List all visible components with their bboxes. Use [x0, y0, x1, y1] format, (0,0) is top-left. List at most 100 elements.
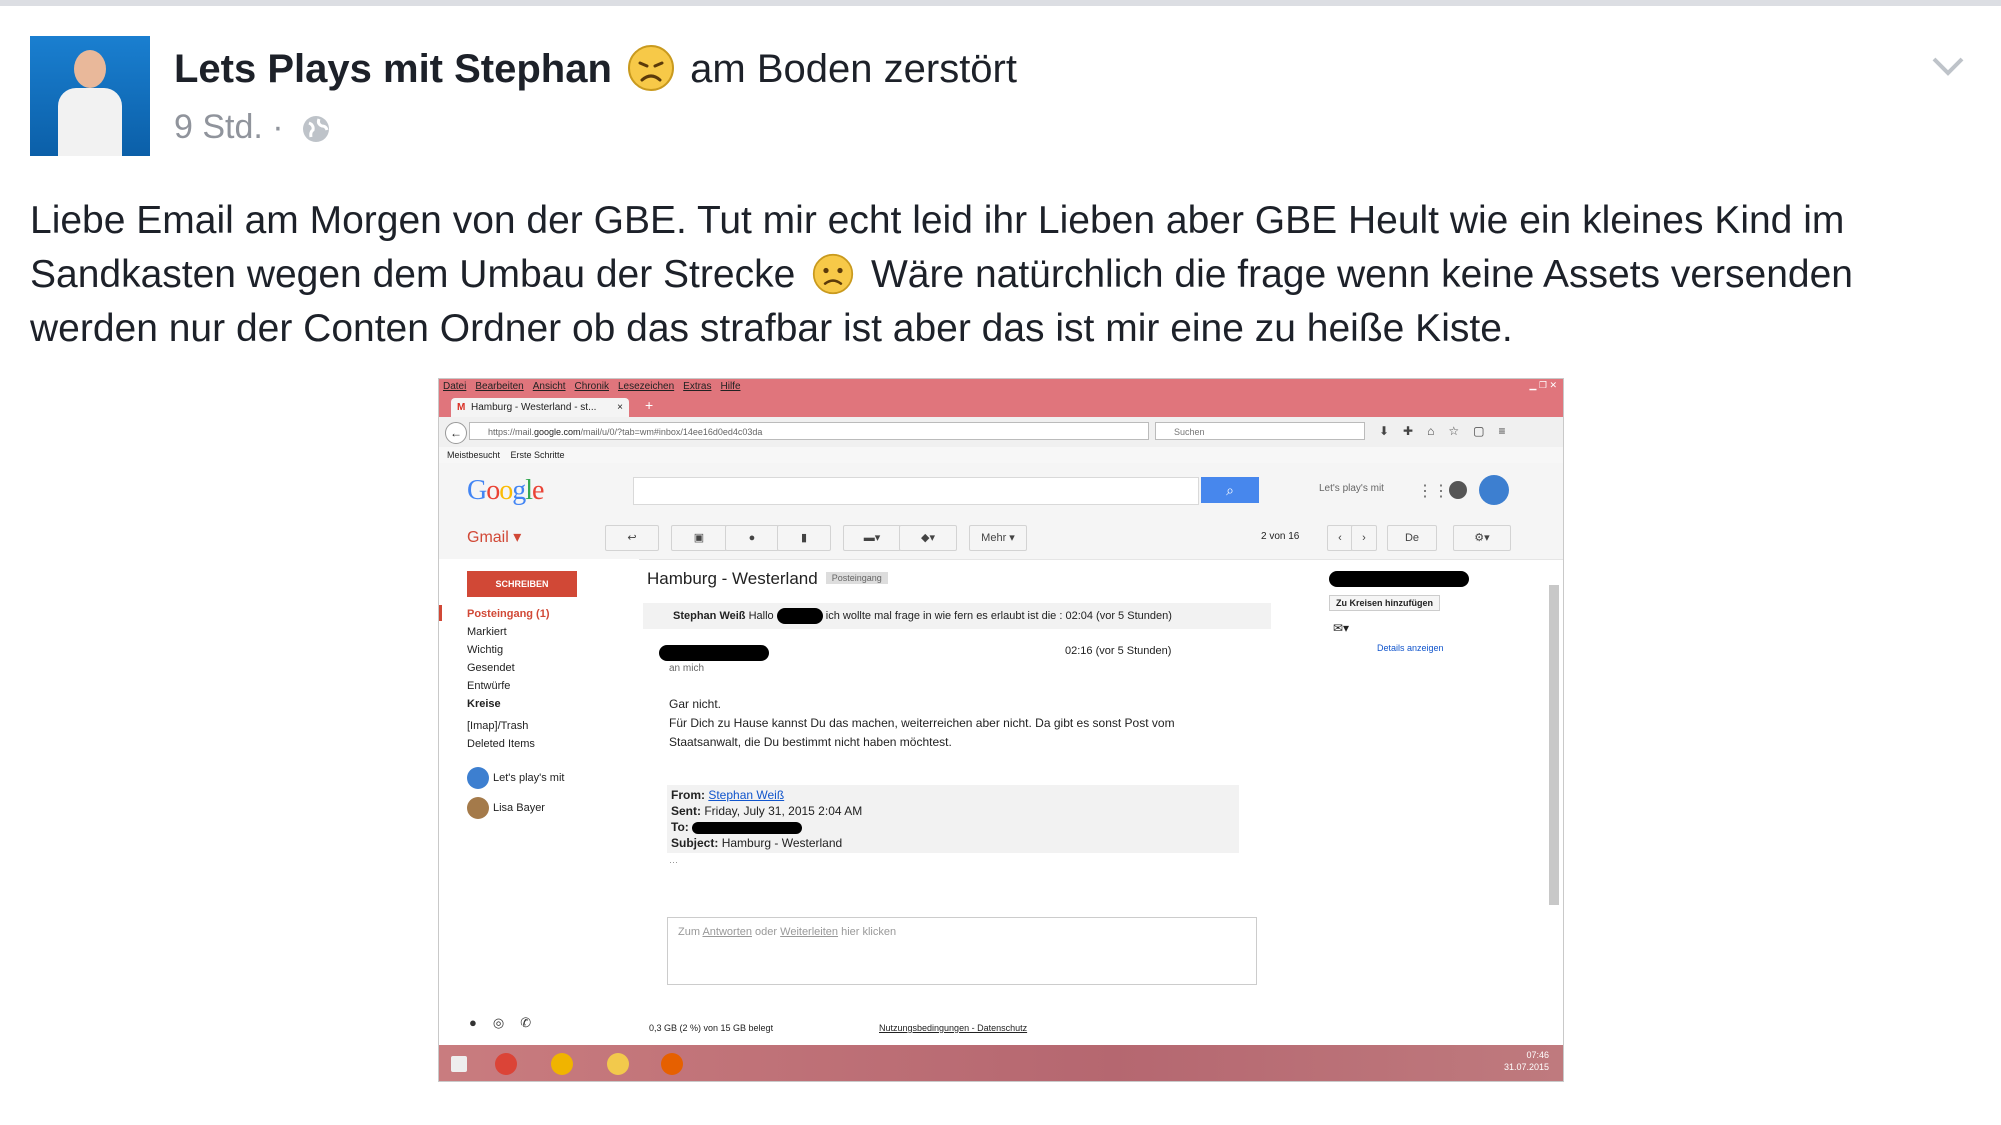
- account-name[interactable]: Let's play's mit: [1319, 483, 1384, 494]
- terms-link[interactable]: Nutzungsbedingungen - Datenschutz: [879, 1023, 1027, 1033]
- url-bar[interactable]: https://mail.google.com/mail/u/0/?tab=wm…: [469, 422, 1149, 440]
- frown-face-emoji-icon: [812, 253, 854, 295]
- folder-drafts[interactable]: Entwürfe: [467, 677, 550, 695]
- inbox-label[interactable]: Posteingang: [825, 572, 888, 584]
- thread-subject: Hamburg - Westerland Posteingang: [647, 569, 888, 589]
- quoted-header: From: Stephan Weiß Sent: Friday, July 31…: [667, 785, 1239, 853]
- mail-icon[interactable]: ✉▾: [1333, 621, 1349, 635]
- spam-icon[interactable]: ●: [725, 525, 779, 551]
- url-domain: google.com: [534, 427, 581, 437]
- folder-inbox[interactable]: Posteingang (1): [467, 605, 550, 623]
- redacted-block: [776, 608, 823, 625]
- folder-imap-trash[interactable]: [Imap]/Trash: [467, 717, 550, 735]
- from-value[interactable]: Stephan Weiß: [708, 788, 784, 802]
- gmail-toolbar: Gmail ▾ ↩ ▣ ● ▮ ▬▾ ◆▾ Mehr ▾ 2 von 16 ‹ …: [439, 513, 1563, 560]
- subject-text: Hamburg - Westerland: [647, 569, 818, 588]
- folder-list: Posteingang (1) Markiert Wichtig Gesende…: [467, 605, 550, 753]
- contact-lisa-name: Lisa Bayer: [493, 801, 545, 814]
- post-header: Lets Plays mit Stephan am Boden zerstört: [174, 44, 1017, 94]
- post-meta: 9 Std. ·: [174, 108, 331, 147]
- browser-tab[interactable]: M Hamburg - Westerland - st... ×: [451, 398, 629, 417]
- back-icon[interactable]: ←: [445, 422, 467, 444]
- gmail-label[interactable]: Gmail ▾: [467, 527, 521, 547]
- collapsed-message[interactable]: Stephan Weiß Hallo ich wollte mal frage …: [643, 603, 1271, 629]
- system-clock[interactable]: 07:46 31.07.2015: [1504, 1049, 1549, 1073]
- delete-icon[interactable]: ▮: [777, 525, 831, 551]
- notifications-icon[interactable]: [1449, 481, 1467, 499]
- gmail-left-nav: SCHREIBEN Posteingang (1) Markiert Wicht…: [439, 559, 639, 1049]
- profile-avatar[interactable]: [30, 36, 150, 156]
- details-link[interactable]: Details anzeigen: [1377, 643, 1444, 653]
- url-prefix: https://mail.: [488, 427, 535, 437]
- menu-ansicht[interactable]: Ansicht: [533, 381, 566, 392]
- browser-search-input[interactable]: Suchen: [1155, 422, 1365, 440]
- compose-button[interactable]: SCHREIBEN: [467, 571, 577, 597]
- account-avatar[interactable]: [1479, 475, 1509, 505]
- next-icon[interactable]: ›: [1351, 525, 1377, 551]
- redacted-contact: [1329, 571, 1469, 587]
- more-button[interactable]: Mehr ▾: [969, 525, 1027, 551]
- label-tag-icon[interactable]: ◆▾: [899, 525, 957, 551]
- menu-datei[interactable]: Datei: [443, 381, 466, 392]
- author-name[interactable]: Lets Plays mit Stephan: [174, 47, 612, 91]
- mail-app-icon[interactable]: [607, 1053, 629, 1075]
- search-icon[interactable]: ⌕: [1201, 477, 1259, 503]
- menu-extras[interactable]: Extras: [683, 381, 711, 392]
- chevron-down-icon[interactable]: [1932, 56, 1964, 76]
- forward-link[interactable]: Weiterleiten: [780, 926, 838, 938]
- reply-box[interactable]: Zum Antworten oder Weiterleiten hier kli…: [667, 917, 1257, 985]
- windows-taskbar: 07:46 31.07.2015: [439, 1045, 1563, 1081]
- body-line1: Gar nicht.: [669, 697, 722, 711]
- reply-link[interactable]: Antworten: [702, 926, 752, 938]
- reply-mid: oder: [755, 926, 778, 938]
- hangouts-tabs[interactable]: ●◎✆: [469, 1015, 547, 1031]
- post-image-screenshot[interactable]: Datei Bearbeiten Ansicht Chronik Lesezeichen…: [438, 378, 1564, 1082]
- reply-suffix: hier klicken: [841, 926, 897, 938]
- bookmark-erste-schritte[interactable]: Erste Schritte: [511, 450, 565, 460]
- gmail-side-panel: Zu Kreisen hinzufügen ✉▾ Details anzeige…: [1319, 559, 1549, 1049]
- avatar-body: [58, 88, 122, 156]
- browser-toolbar-icons[interactable]: ⬇✚⌂☆▢≡: [1379, 424, 1519, 438]
- new-tab-icon[interactable]: +: [645, 397, 653, 413]
- contact-self[interactable]: Let's play's mit: [467, 767, 564, 789]
- chrome-icon[interactable]: [495, 1053, 517, 1075]
- contact-lisa[interactable]: Lisa Bayer: [467, 797, 545, 819]
- snippet-time: 02:04 (vor 5 Stunden): [1065, 610, 1172, 622]
- add-circles-button[interactable]: Zu Kreisen hinzufügen: [1329, 595, 1441, 611]
- app-icon[interactable]: [551, 1053, 573, 1075]
- folder-circles[interactable]: Kreise: [467, 695, 550, 713]
- folder-important[interactable]: Wichtig: [467, 641, 550, 659]
- start-icon[interactable]: [451, 1056, 467, 1072]
- snippet-end: ich wollte mal frage in wie fern es erla…: [825, 610, 1063, 622]
- language-button[interactable]: De: [1387, 525, 1437, 551]
- contact-self-name: Let's play's mit: [493, 771, 565, 784]
- bookmark-meistbesucht[interactable]: Meistbesucht: [447, 450, 500, 460]
- back-to-inbox-icon[interactable]: ↩: [605, 525, 659, 551]
- archive-icon[interactable]: ▣: [671, 525, 727, 551]
- menu-lesezeichen[interactable]: Lesezeichen: [618, 381, 674, 392]
- globe-icon[interactable]: [301, 114, 331, 144]
- feeling-text: am Boden zerstört: [690, 47, 1017, 91]
- menu-hilfe[interactable]: Hilfe: [721, 381, 741, 392]
- scrollbar[interactable]: [1549, 585, 1559, 905]
- recipient-to-me[interactable]: an mich: [669, 663, 704, 674]
- window-controls[interactable]: ▁ ❐ ✕: [1529, 380, 1557, 391]
- show-trimmed-button[interactable]: ···: [669, 857, 678, 867]
- google-logo[interactable]: Google: [467, 475, 544, 507]
- gmail-search-input[interactable]: [633, 477, 1199, 505]
- browser-tabbar: M Hamburg - Westerland - st... × +: [439, 395, 1563, 417]
- menu-chronik[interactable]: Chronik: [575, 381, 609, 392]
- firefox-icon[interactable]: [661, 1053, 683, 1075]
- prev-icon[interactable]: ‹: [1327, 525, 1353, 551]
- move-folder-icon[interactable]: ▬▾: [843, 525, 901, 551]
- tab-close-icon[interactable]: ×: [617, 398, 623, 417]
- sent-value: Friday, July 31, 2015 2:04 AM: [704, 804, 863, 818]
- folder-starred[interactable]: Markiert: [467, 623, 550, 641]
- settings-gear-icon[interactable]: ⚙▾: [1453, 525, 1511, 551]
- browser-navbar: ← https://mail.google.com/mail/u/0/?tab=…: [439, 417, 1563, 447]
- folder-deleted-items[interactable]: Deleted Items: [467, 735, 550, 753]
- post-time[interactable]: 9 Std.: [174, 108, 263, 146]
- folder-sent[interactable]: Gesendet: [467, 659, 550, 677]
- browser-menubar: Datei Bearbeiten Ansicht Chronik Lesezeichen…: [439, 379, 1563, 395]
- menu-bearbeiten[interactable]: Bearbeiten: [475, 381, 523, 392]
